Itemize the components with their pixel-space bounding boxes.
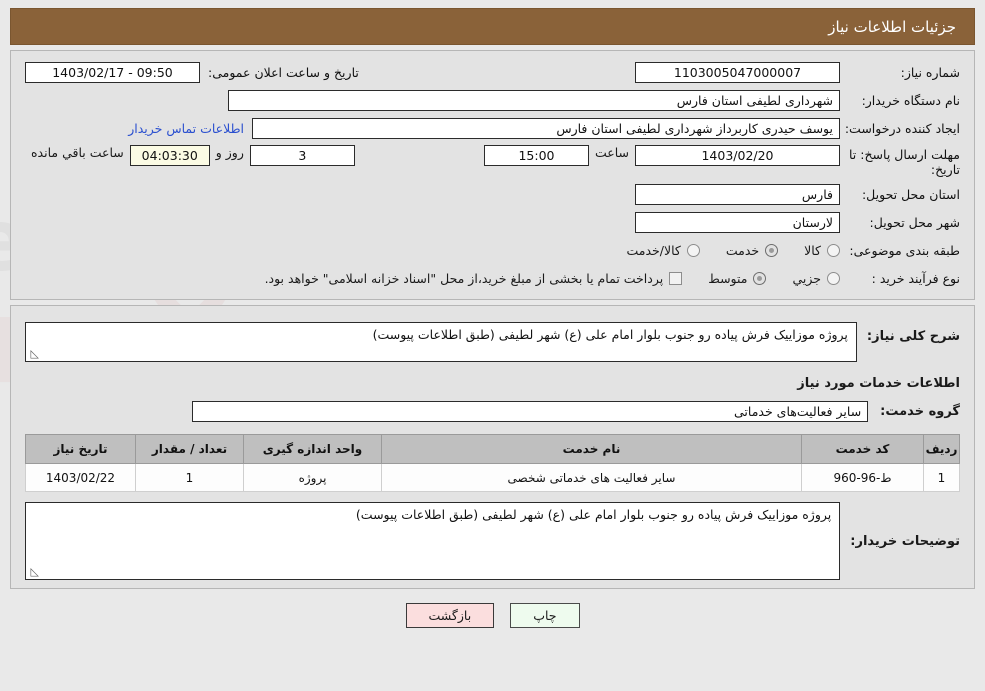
services-section-title: اطلاعات خدمات مورد نیاز [797,376,960,391]
announce-label: تاریخ و ساعت اعلان عمومی: [208,64,359,80]
buyer-notes-textarea[interactable]: پروژه موزاییک فرش پیاده رو جنوب بلوار ام… [25,502,841,580]
th-service-code: کد خدمت [801,434,924,464]
summary-label: شرح کلی نیاز: [866,329,960,344]
services-table: ردیف کد خدمت نام خدمت واحد اندازه گیری ت… [25,434,960,492]
announce-value: 09:50 - 1403/02/17 [25,61,200,83]
th-quantity: تعداد / مقدار [135,434,244,464]
summary-text: پروژه موزاییک فرش پیاده رو جنوب بلوار ام… [372,327,848,342]
radio-label-medium: متوسط [708,270,748,286]
province-value: فارس [635,183,840,205]
service-group-label: گروه خدمت: [880,404,960,419]
th-row-no: ردیف [923,434,960,464]
resize-grip-icon[interactable]: ◺ [29,348,39,359]
radio-process-minor[interactable]: جزیي [792,271,840,286]
deadline-label: مهلت ارسال پاسخ: تا تاریخ: [849,147,960,177]
row-province: استان محل تحویل: فارس [25,183,960,205]
radio-category-service[interactable]: خدمت [725,242,779,258]
row-creator: ایجاد کننده درخواست: یوسف حیدری کاربرداز… [25,117,960,139]
row-buyer-notes: توضیحات خریدار: پروژه موزاییک فرش پیاده … [25,502,960,580]
treasury-checkbox-wrap[interactable]: پرداخت تمام یا بخشی از مبلغ خرید،از محل … [265,271,683,286]
page-title: جزئیات اطلاعات نیاز [10,8,975,45]
radio-label-service: خدمت [725,242,760,258]
city-label: شهر محل تحویل: [869,214,960,230]
row-category: طبقه بندی موضوعی: کالا خدمت کالا/خدمت [25,239,960,261]
page-root: جزئیات اطلاعات نیاز شماره نیاز: 11030050… [0,0,985,691]
need-number-value: 1103005047000007 [635,61,840,83]
remaining-hours-unit: ساعت باقي مانده [31,145,124,160]
radio-icon-goods[interactable] [827,243,840,257]
buyer-notes-label: توضیحات خریدار: [850,533,960,549]
footer-actions: چاپ بازگشت [10,603,975,628]
radio-label-goods: کالا [804,242,821,258]
province-label: استان محل تحویل: [861,186,960,202]
row-process: نوع فرآیند خرید : جزیي متوسط پرداخت تمام… [25,267,960,289]
radio-icon-service[interactable] [765,243,779,257]
row-need-number: شماره نیاز: 1103005047000007 تاریخ و ساع… [25,61,960,83]
back-button[interactable]: بازگشت [405,603,495,628]
buyer-notes-text: پروژه موزاییک فرش پیاده رو جنوب بلوار ام… [355,507,832,522]
remaining-days-unit: روز و [215,145,244,160]
city-value: لارستان [635,211,840,233]
buyer-contact-link[interactable]: اطلاعات تماس خریدار [128,121,252,136]
radio-category-goods-service[interactable]: کالا/خدمت [626,242,700,258]
deadline-time-value: 15:00 [483,145,589,166]
treasury-checkbox-label: پرداخت تمام یا بخشی از مبلغ خرید،از محل … [264,270,664,286]
cell-need-date: 1403/02/22 [25,463,136,492]
row-deadline: مهلت ارسال پاسخ: تا تاریخ: 1403/02/20 سا… [25,145,960,177]
checkbox-icon-treasury[interactable] [669,271,683,285]
print-button[interactable]: چاپ [510,603,580,628]
cell-unit: پروژه [243,463,382,492]
radio-category-goods[interactable]: کالا [804,243,840,258]
cell-row-no: 1 [923,463,960,492]
need-details-panel: شرح کلی نیاز: پروژه موزاییک فرش پیاده رو… [10,305,975,589]
need-number-label: شماره نیاز: [900,64,960,80]
th-service-name: نام خدمت [381,434,802,464]
summary-textarea[interactable]: پروژه موزاییک فرش پیاده رو جنوب بلوار ام… [25,322,857,362]
cell-service-name: سایر فعالیت های خدماتی شخصی [381,463,802,492]
cell-quantity: 1 [135,463,244,492]
buyer-org-label: نام دستگاه خریدار: [861,92,960,108]
service-group-value: سایر فعالیت‌های خدماتی [192,401,869,422]
th-need-date: تاریخ نیاز [25,434,136,464]
deadline-date-value: 1403/02/20 [635,145,840,166]
radio-label-goods-service: کالا/خدمت [626,242,681,258]
need-info-panel: شماره نیاز: 1103005047000007 تاریخ و ساع… [10,50,975,300]
radio-icon-medium[interactable] [753,271,767,285]
radio-icon-minor[interactable] [827,271,840,285]
radio-label-minor: جزیي [792,270,821,286]
deadline-time-label: ساعت [594,145,629,160]
creator-value: یوسف حیدری کاربرداز شهرداری لطیفی استان … [252,117,840,139]
th-unit: واحد اندازه گیری [243,434,382,464]
row-service-group: گروه خدمت: سایر فعالیت‌های خدماتی [25,401,960,422]
radio-process-medium[interactable]: متوسط [708,270,767,286]
process-label: نوع فرآیند خرید : [871,270,960,286]
resize-grip-icon-notes[interactable]: ◺ [29,566,39,577]
creator-label: ایجاد کننده درخواست: [844,120,960,136]
buyer-org-value: شهرداری لطیفی استان فارس [228,89,840,111]
row-summary: شرح کلی نیاز: پروژه موزاییک فرش پیاده رو… [25,322,960,362]
remaining-days-value: 3 [249,145,355,166]
category-label: طبقه بندی موضوعی: [849,242,960,258]
table-header-row: ردیف کد خدمت نام خدمت واحد اندازه گیری ت… [25,434,960,464]
row-buyer-org: نام دستگاه خریدار: شهرداری لطیفی استان ف… [25,89,960,111]
cell-service-code: ط-96-960 [801,463,924,492]
row-city: شهر محل تحویل: لارستان [25,211,960,233]
remaining-hours-value: 04:03:30 [129,145,210,166]
table-row: 1 ط-96-960 سایر فعالیت های خدماتی شخصی پ… [25,463,960,492]
radio-icon-goods-service[interactable] [686,243,700,257]
